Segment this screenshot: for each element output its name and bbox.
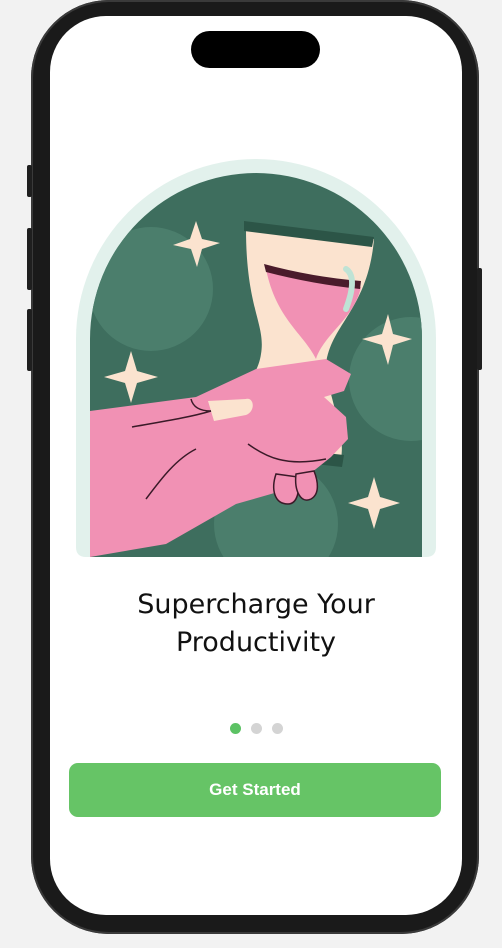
volume-up-button bbox=[27, 228, 32, 290]
app-screen: Supercharge Your Productivity Get Starte… bbox=[50, 16, 462, 915]
page-dot-1[interactable] bbox=[229, 723, 241, 734]
get-started-button[interactable]: Get Started bbox=[69, 763, 441, 817]
action-button bbox=[27, 165, 32, 197]
onboarding-title: Supercharge Your Productivity bbox=[50, 586, 462, 662]
page-dot-3[interactable] bbox=[271, 723, 283, 734]
title-line-1: Supercharge Your bbox=[137, 589, 375, 620]
volume-down-button bbox=[27, 309, 32, 371]
page-indicator[interactable] bbox=[50, 723, 462, 735]
dynamic-island bbox=[191, 31, 320, 68]
page-dot-2[interactable] bbox=[250, 723, 262, 734]
title-line-2: Productivity bbox=[175, 627, 337, 658]
hero-illustration bbox=[76, 159, 436, 557]
power-button bbox=[477, 268, 482, 370]
